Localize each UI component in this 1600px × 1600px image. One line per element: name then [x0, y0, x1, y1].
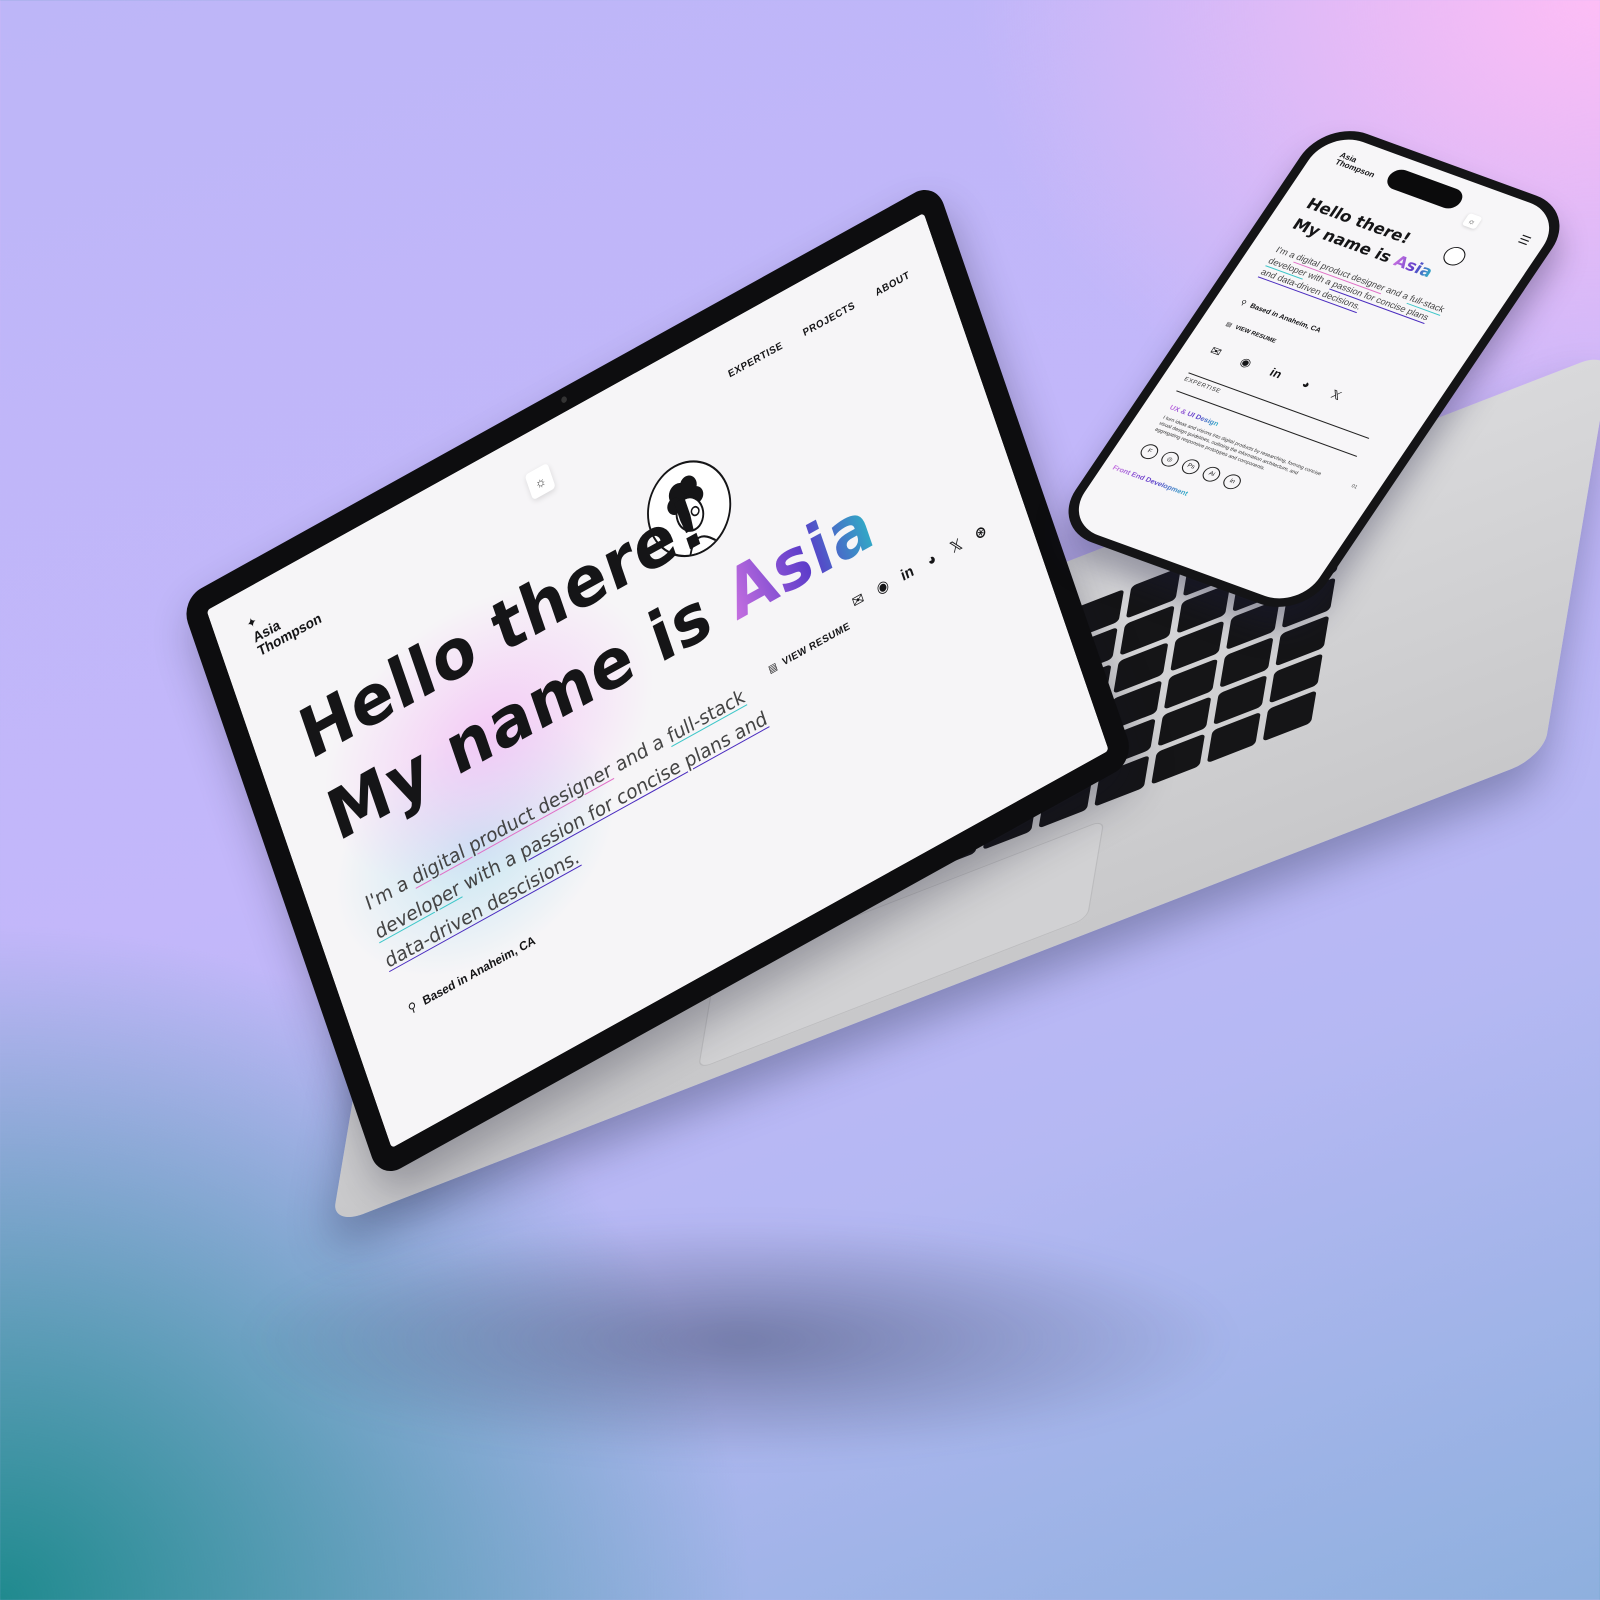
device-shadow: [240, 1220, 1240, 1460]
mobile-hero-name: Asia: [1390, 251, 1437, 281]
view-resume-button[interactable]: ▤ VIEW RESUME: [767, 621, 852, 676]
nav-projects[interactable]: PROJECTS: [802, 300, 857, 339]
illustrator-icon: Ai: [1199, 464, 1224, 484]
portfolio-site: ✦ Asia Thompson ☼ EXPERTISE PROJECTS ABO…: [206, 212, 1109, 1149]
site-logo[interactable]: ✦ Asia Thompson: [245, 597, 324, 659]
nav-about[interactable]: ABOUT: [874, 270, 911, 299]
dribbble-icon: ◎: [1157, 449, 1183, 469]
mobile-view-resume-button[interactable]: ▤ VIEW RESUME: [1224, 321, 1277, 345]
hero-name: Asia: [716, 483, 884, 637]
map-pin-icon: ⚲: [1238, 299, 1248, 308]
nav-expertise[interactable]: EXPERTISE: [727, 340, 784, 380]
dynamic-island: [1382, 166, 1467, 212]
mobile-view-resume-label: VIEW RESUME: [1233, 324, 1278, 345]
dribbble-icon[interactable]: ⊛: [970, 519, 992, 545]
x-icon[interactable]: 𝕏: [1326, 387, 1347, 404]
hamburger-menu-icon[interactable]: ☰: [1515, 232, 1533, 248]
camera: [560, 395, 568, 405]
sun-icon: ☼: [1466, 216, 1479, 227]
main-nav: EXPERTISE PROJECTS ABOUT: [727, 270, 912, 381]
mobile-theme-toggle[interactable]: ☼: [1461, 212, 1483, 230]
linkedin-icon[interactable]: in: [896, 560, 918, 586]
sun-icon: ☼: [532, 471, 548, 492]
discord-icon[interactable]: ◕: [921, 547, 943, 573]
mail-icon[interactable]: ✉: [847, 587, 869, 613]
mobile-logo[interactable]: Asia Thompson: [1333, 151, 1381, 180]
github-icon[interactable]: ◉: [1235, 354, 1256, 371]
mobile-avatar: [1439, 244, 1470, 269]
github-icon[interactable]: ◉: [872, 574, 894, 600]
indesign-icon: in: [1219, 472, 1245, 492]
photoshop-icon: Ps: [1178, 457, 1203, 477]
mobile-ux-number: 01: [1349, 483, 1359, 491]
map-pin-icon: ⚲: [406, 998, 419, 1017]
view-resume-label: VIEW RESUME: [781, 620, 852, 669]
theme-toggle-button[interactable]: ☼: [524, 462, 556, 501]
mail-icon[interactable]: ✉: [1205, 343, 1226, 360]
x-icon[interactable]: 𝕏: [945, 533, 967, 559]
document-icon: ▤: [767, 660, 780, 677]
document-icon: ▤: [1224, 321, 1234, 329]
discord-icon[interactable]: ◕: [1295, 376, 1316, 393]
figma-icon: F: [1137, 442, 1162, 462]
mobile-location-text: Based in Anaheim, CA: [1248, 302, 1323, 334]
linkedin-icon[interactable]: in: [1265, 365, 1286, 382]
